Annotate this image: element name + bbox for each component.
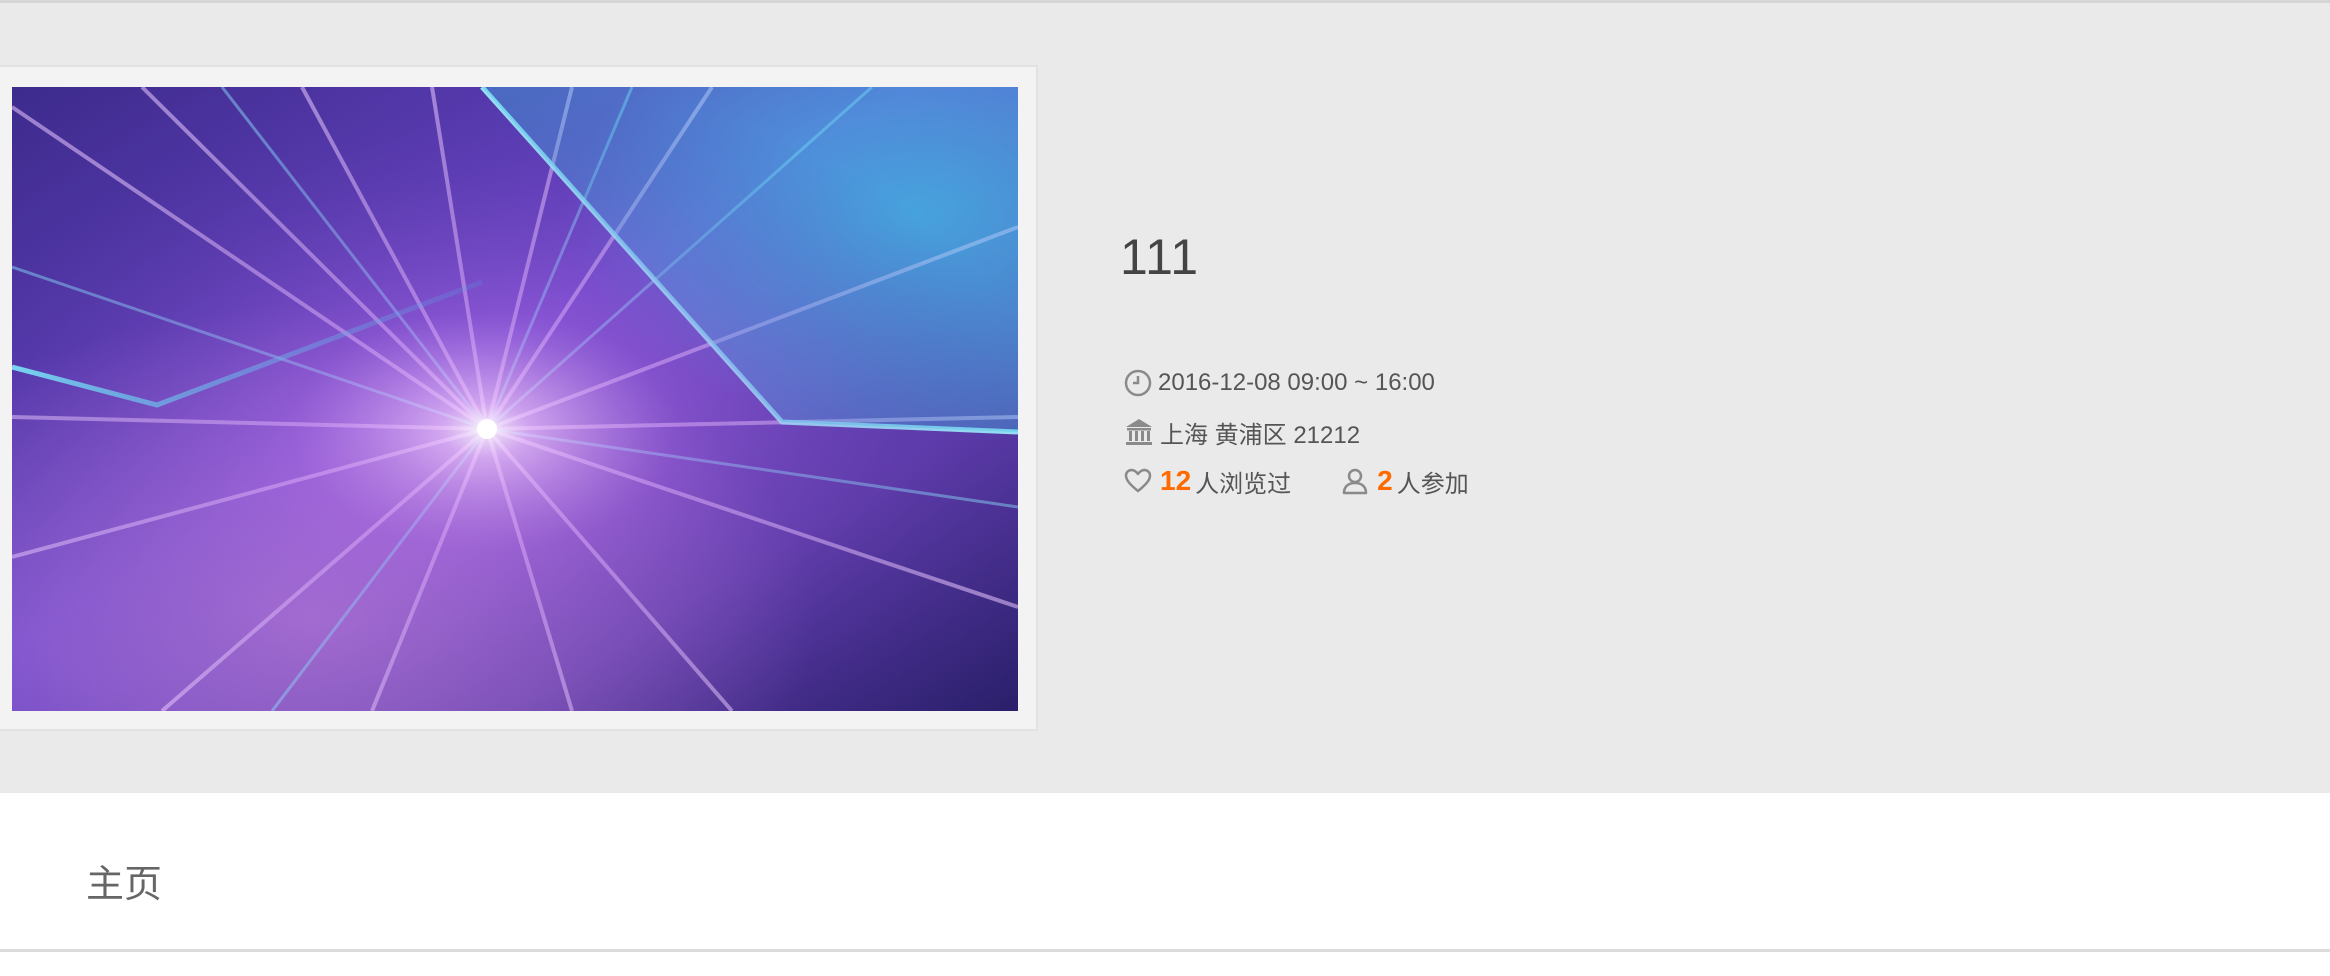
views-stat: 12 人浏览过	[1124, 464, 1291, 499]
event-stats-row: 12 人浏览过 2 人参加	[1124, 461, 1469, 501]
views-label: 人浏览过	[1195, 470, 1292, 498]
event-location-row: 上海 黄浦区 21212	[1124, 412, 1360, 452]
event-hero: 111 2016-12-08 09:00 ~ 16:00 上海 黄浦区 2121…	[0, 3, 2330, 793]
clock-icon	[1124, 369, 1152, 397]
event-datetime: 2016-12-08 09:00 ~ 16:00	[1158, 369, 1435, 396]
participants-count: 2	[1377, 465, 1393, 496]
tab-home[interactable]: 主页	[86, 853, 162, 908]
event-title: 111	[1120, 229, 1200, 285]
event-page: 111 2016-12-08 09:00 ~ 16:00 上海 黄浦区 2121…	[0, 0, 2330, 976]
event-cover-image[interactable]	[12, 87, 1018, 711]
building-icon	[1124, 417, 1154, 447]
person-icon[interactable]	[1341, 467, 1369, 495]
nav-bottom-divider	[0, 949, 2330, 952]
page-nav: 主页	[0, 793, 2330, 951]
participants-label: 人参加	[1396, 470, 1469, 498]
participants-stat: 2 人参加	[1341, 464, 1469, 499]
views-count: 12	[1160, 465, 1192, 496]
event-image-frame	[0, 65, 1038, 731]
heart-icon[interactable]	[1124, 468, 1152, 494]
event-location: 上海 黄浦区 21212	[1160, 421, 1361, 449]
event-datetime-row: 2016-12-08 09:00 ~ 16:00	[1124, 363, 1435, 403]
